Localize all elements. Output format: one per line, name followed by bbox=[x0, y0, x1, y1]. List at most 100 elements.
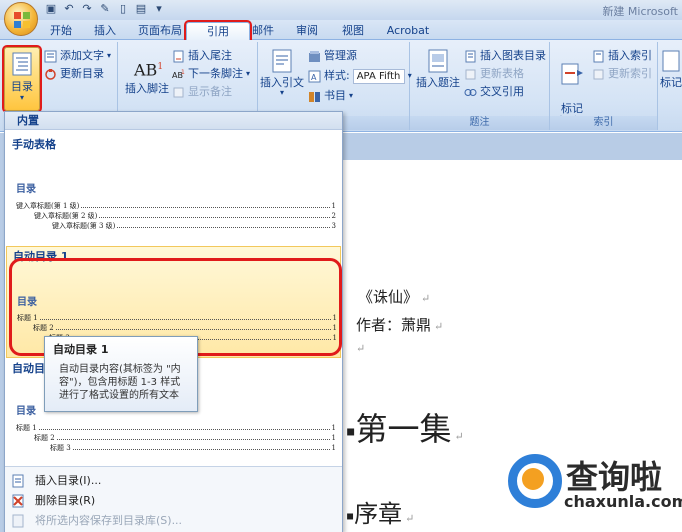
tooltip-title: 自动目录 1 bbox=[53, 343, 109, 356]
paragraph-mark-icon: ↵ bbox=[356, 342, 366, 355]
next-footnote-icon: AB1 bbox=[172, 69, 185, 80]
toc-preview-line: 键入章标题(第 2 级) 2 bbox=[16, 211, 336, 221]
undo-icon[interactable]: ↶ bbox=[62, 2, 76, 16]
document-line-title[interactable]: 《诛仙》 ↵ bbox=[358, 286, 430, 307]
style-dropdown[interactable]: APA Fifth bbox=[352, 68, 405, 84]
office-button[interactable] bbox=[4, 2, 38, 36]
remove-toc-label: 删除目录(R) bbox=[35, 494, 96, 507]
toc-preview-line: 键入章标题(第 1 级) 1 bbox=[16, 201, 336, 211]
insert-table-of-figures-label: 插入图表目录 bbox=[480, 49, 546, 62]
update-toc-button[interactable]: 更新目录 bbox=[44, 66, 104, 82]
style-selector[interactable]: A 样式: APA Fifth ▾ bbox=[308, 68, 412, 84]
paragraph-mark-icon: ↵ bbox=[405, 512, 415, 525]
mark-citation-button[interactable]: 标记 bbox=[660, 48, 682, 89]
save-icon[interactable]: ▣ bbox=[44, 2, 58, 16]
show-notes-label: 显示备注 bbox=[188, 85, 232, 98]
chevron-down-icon: ▾ bbox=[279, 88, 284, 97]
insert-toc-menu-item[interactable]: 插入目录(I)... bbox=[5, 471, 342, 491]
update-index-icon bbox=[593, 69, 604, 79]
update-table-icon bbox=[465, 69, 476, 79]
update-toc-label: 更新目录 bbox=[60, 67, 104, 80]
paragraph-mark-icon: ↵ bbox=[434, 320, 444, 333]
toc-line-text: 标题 3 bbox=[50, 444, 71, 452]
document-line-author[interactable]: 作者：萧鼎 ↵ bbox=[356, 314, 443, 335]
new-document-icon[interactable]: ▯ bbox=[116, 2, 130, 16]
show-notes-button[interactable]: 显示备注 bbox=[172, 84, 232, 100]
built-in-header: 内置 bbox=[5, 112, 342, 130]
watermark: 查询啦 chaxunla.com bbox=[508, 452, 682, 526]
update-index-label: 更新索引 bbox=[608, 67, 652, 80]
manage-sources-button[interactable]: 管理源 bbox=[308, 48, 357, 64]
watermark-dot-icon bbox=[522, 468, 544, 490]
insert-footnote-button[interactable]: AB1 插入脚注 bbox=[122, 54, 172, 95]
toc-line-page: 1 bbox=[331, 434, 336, 442]
bibliography-icon bbox=[309, 91, 320, 102]
redo-icon[interactable]: ↷ bbox=[80, 2, 94, 16]
insert-footnote-label: 插入脚注 bbox=[125, 82, 169, 95]
document-heading-2[interactable]: ▪序章 ↵ bbox=[346, 494, 414, 529]
print-preview-icon[interactable]: ▤ bbox=[134, 2, 148, 16]
toc-line-page: 2 bbox=[331, 212, 336, 220]
bibliography-button[interactable]: 书目 ▾ bbox=[308, 88, 353, 104]
tab-view[interactable]: 视图 bbox=[336, 22, 370, 40]
next-footnote-label: 下一条脚注 bbox=[188, 67, 243, 80]
citation-icon bbox=[272, 49, 292, 73]
toc-gallery-item-manual[interactable]: 手动表格 目录 键入章标题(第 1 级) 1 键入章标题(第 2 级) 2 键入章标… bbox=[6, 132, 341, 244]
update-index-button[interactable]: 更新索引 bbox=[592, 66, 652, 82]
gallery-tooltip: 自动目录 1 自动目录内容(其标签为 "内容")，包含用标题 1-3 样式进行了… bbox=[44, 336, 198, 412]
remove-toc-menu-item[interactable]: 删除目录(R) bbox=[5, 491, 342, 511]
index-group-label: 索引 bbox=[550, 116, 657, 130]
tooltip-body: 自动目录内容(其标签为 "内容")，包含用标题 1-3 样式进行了格式设置的所有… bbox=[59, 364, 181, 401]
customize-toolbar-icon[interactable]: ▾ bbox=[152, 2, 166, 16]
toc-line-page: 3 bbox=[331, 222, 336, 230]
insert-endnote-button[interactable]: 插入尾注 bbox=[172, 48, 232, 64]
svg-text:A: A bbox=[311, 73, 317, 82]
toc-preview-line: 标题 1 1 bbox=[16, 423, 336, 433]
insert-endnote-label: 插入尾注 bbox=[188, 49, 232, 62]
heading2-text: 序章 bbox=[354, 500, 403, 528]
toc-line-text: 键入章标题(第 1 级) bbox=[16, 202, 80, 210]
cross-reference-button[interactable]: 交叉引用 bbox=[464, 84, 524, 100]
table-of-figures-icon bbox=[465, 50, 476, 62]
document-heading-1[interactable]: ▪第一集 ↵ bbox=[346, 404, 464, 450]
tab-home[interactable]: 开始 bbox=[44, 22, 78, 40]
tab-page-layout[interactable]: 页面布局 bbox=[132, 22, 188, 40]
add-text-label: 添加文字 bbox=[60, 49, 104, 62]
format-painter-icon[interactable]: ✎ bbox=[98, 2, 112, 16]
style-label: 样式: bbox=[324, 69, 350, 82]
tab-references[interactable]: 引用 bbox=[184, 20, 252, 42]
insert-index-button[interactable]: 插入索引 bbox=[592, 48, 652, 64]
group-table-of-authorities: 标记 bbox=[658, 42, 682, 130]
add-text-button[interactable]: 添加文字 ▾ bbox=[44, 48, 111, 64]
cross-reference-icon bbox=[464, 88, 477, 96]
update-table-label: 更新表格 bbox=[480, 67, 524, 80]
insert-citation-button[interactable]: 插入引文 ▾ bbox=[258, 48, 306, 97]
paragraph-mark-icon: ↵ bbox=[421, 292, 431, 305]
manage-sources-icon bbox=[309, 50, 320, 62]
insert-caption-button[interactable]: 插入题注 bbox=[414, 48, 462, 89]
save-selection-menu-item[interactable]: 将所选内容保存到目录库(S)... bbox=[5, 511, 342, 531]
insert-index-label: 插入索引 bbox=[608, 49, 652, 62]
footnote-icon: AB1 bbox=[134, 60, 164, 80]
title-bar: ▣ ↶ ↷ ✎ ▯ ▤ ▾ 新建 Microsoft bbox=[0, 0, 682, 20]
toc-preview-heading: 目录 bbox=[16, 184, 36, 195]
group-index: 标记 索引项 插入索引 更新索引 索引 bbox=[550, 42, 658, 130]
tab-review[interactable]: 审阅 bbox=[290, 22, 324, 40]
toc-menu-footer: 插入目录(I)... 删除目录(R) 将所选内容保存到目录库(S)... bbox=[5, 466, 342, 532]
insert-table-of-figures-button[interactable]: 插入图表目录 bbox=[464, 48, 546, 64]
quick-access-toolbar: ▣ ↶ ↷ ✎ ▯ ▤ ▾ bbox=[44, 2, 166, 16]
save-selection-label: 将所选内容保存到目录库(S)... bbox=[35, 514, 183, 527]
tab-mailings[interactable]: 邮件 bbox=[248, 22, 278, 40]
toc-line-text: 标题 1 bbox=[16, 424, 37, 432]
table-of-contents-button[interactable]: 目录 ▾ bbox=[2, 45, 42, 113]
tab-acrobat[interactable]: Acrobat bbox=[382, 22, 434, 40]
toc-line-page: 1 bbox=[331, 444, 336, 452]
style-icon: A bbox=[308, 70, 321, 82]
update-table-button[interactable]: 更新表格 bbox=[464, 66, 524, 82]
caption-icon bbox=[428, 49, 448, 73]
tab-insert[interactable]: 插入 bbox=[88, 22, 122, 40]
toc-gallery-dropdown: 内置 手动表格 目录 键入章标题(第 1 级) 1 键入章标题(第 2 级) 2 键… bbox=[4, 111, 343, 532]
update-icon bbox=[45, 68, 56, 80]
next-footnote-button[interactable]: AB 1 下一条脚注 ▾ bbox=[172, 66, 250, 82]
show-notes-icon bbox=[173, 87, 184, 97]
